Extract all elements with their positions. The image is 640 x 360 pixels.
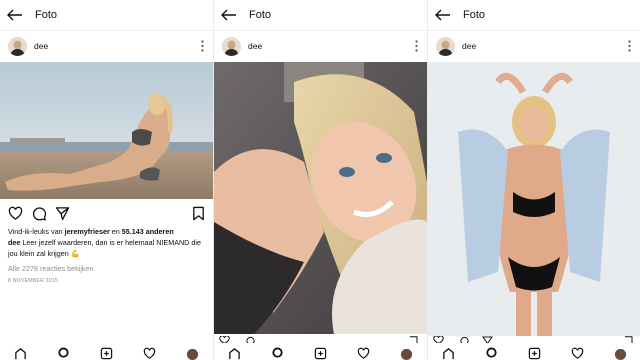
top-bar: Foto (0, 0, 213, 31)
post-screen-1: Foto dee Vind-ik-leuks van jeremyfrieser… (0, 0, 213, 360)
add-post-icon[interactable] (314, 347, 327, 360)
likes-count[interactable]: 55.143 anderen (122, 227, 174, 236)
top-bar: Foto (214, 0, 427, 31)
add-post-icon[interactable] (528, 347, 541, 360)
add-post-icon[interactable] (100, 347, 113, 360)
save-bookmark-icon[interactable] (191, 206, 206, 221)
back-arrow-icon[interactable] (435, 9, 451, 21)
activity-heart-icon[interactable] (571, 347, 584, 360)
more-options-icon[interactable] (201, 40, 204, 52)
more-options-icon[interactable] (415, 40, 418, 52)
flexed-biceps-emoji: 💪 (70, 249, 80, 258)
post-caption: Vind-ik-leuks van jeremyfrieser en 55.14… (8, 226, 205, 259)
activity-heart-icon[interactable] (143, 347, 156, 360)
home-icon[interactable] (228, 347, 241, 360)
view-comments-link[interactable]: Alle 2278 reacties bekijken (8, 264, 94, 273)
post-header: dee (0, 31, 213, 61)
post-photo[interactable] (428, 62, 640, 336)
search-icon[interactable] (485, 347, 498, 360)
post-photo[interactable] (0, 62, 213, 199)
caption-text: dee Leer jezelf waarderen, dan is er hel… (8, 238, 201, 258)
activity-heart-icon[interactable] (357, 347, 370, 360)
username[interactable]: dee (462, 41, 476, 51)
post-header: dee (428, 31, 640, 61)
avatar[interactable] (8, 36, 27, 56)
post-screen-2: Foto dee (214, 0, 427, 360)
avatar[interactable] (436, 36, 455, 56)
more-options-icon[interactable] (628, 40, 631, 52)
post-screen-3: Foto dee (428, 0, 640, 360)
search-icon[interactable] (57, 347, 70, 360)
post-header: dee (214, 31, 427, 61)
bottom-nav (428, 343, 640, 360)
avatar[interactable] (222, 36, 241, 56)
bottom-nav (0, 343, 213, 360)
liker-username[interactable]: jeremyfrieser (65, 227, 110, 236)
page-title: Foto (249, 9, 272, 21)
like-heart-icon[interactable] (8, 206, 23, 221)
home-icon[interactable] (14, 347, 27, 360)
home-icon[interactable] (442, 347, 455, 360)
comment-icon[interactable] (32, 206, 47, 221)
share-send-icon[interactable] (55, 206, 70, 221)
post-date: 8 NOVEMBER 2015 (8, 278, 58, 284)
profile-avatar-icon[interactable] (614, 347, 627, 360)
top-bar: Foto (428, 0, 640, 31)
likes-line: Vind-ik-leuks van jeremyfrieser en 55.14… (8, 227, 174, 236)
search-icon[interactable] (271, 347, 284, 360)
post-actions (0, 203, 213, 225)
post-photo[interactable] (214, 62, 427, 334)
username[interactable]: dee (34, 41, 48, 51)
caption-author[interactable]: dee (8, 238, 20, 247)
bottom-nav (214, 343, 427, 360)
back-arrow-icon[interactable] (221, 9, 237, 21)
profile-avatar-icon[interactable] (186, 347, 199, 360)
username[interactable]: dee (248, 41, 262, 51)
back-arrow-icon[interactable] (7, 9, 23, 21)
profile-avatar-icon[interactable] (400, 347, 413, 360)
screenshot-collage: Foto dee Vind-ik-leuks van jeremyfrieser… (0, 0, 640, 360)
page-title: Foto (35, 9, 58, 21)
page-title: Foto (463, 9, 486, 21)
